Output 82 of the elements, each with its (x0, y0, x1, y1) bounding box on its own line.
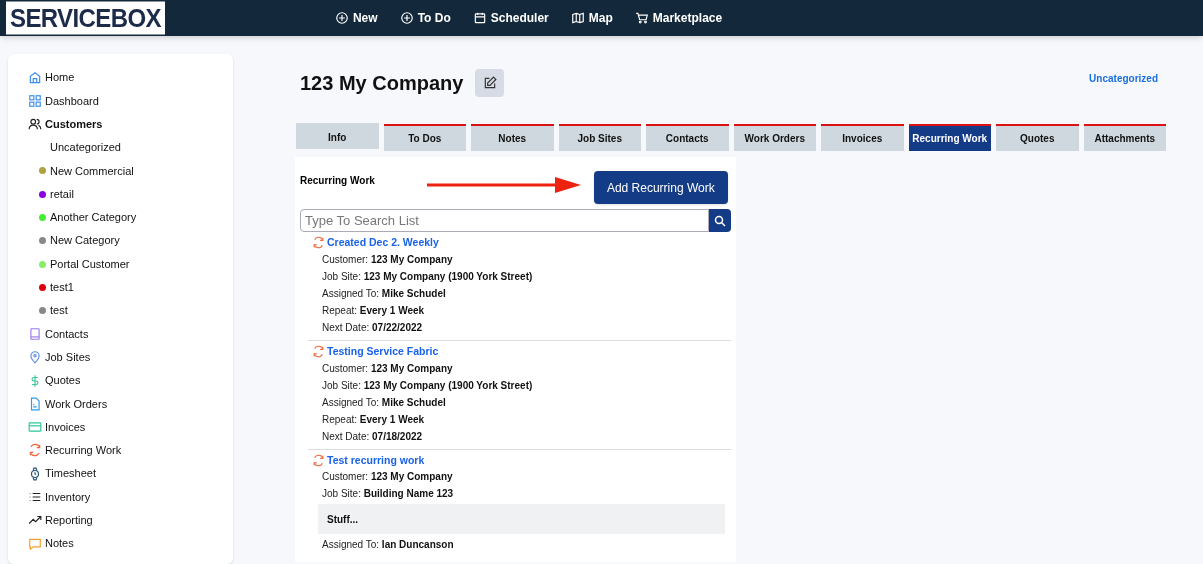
tab[interactable]: Contacts (646, 124, 729, 151)
map-icon (570, 11, 585, 25)
home-icon (28, 70, 42, 85)
detail-text: Next Date: 07/18/2022 (321, 429, 424, 444)
document-icon (28, 396, 42, 411)
detail-text: Repeat: Every 1 Week (321, 303, 426, 318)
nav-link[interactable]: To Do (399, 9, 451, 27)
nav-link[interactable]: Map (570, 9, 613, 27)
book-icon (28, 326, 42, 341)
detail-text: Job Site: 123 My Company (1900 York Street) (321, 269, 534, 284)
grid-icon (28, 93, 42, 108)
sidebar-item[interactable]: Home (28, 66, 233, 90)
search-icon (714, 214, 726, 227)
detail-text: Assigned To: Ian Duncanson (321, 538, 455, 553)
nav-link[interactable]: Marketplace (634, 9, 723, 27)
section-title: Recurring Work (300, 174, 375, 188)
cart-icon (634, 11, 649, 25)
sidebar-item[interactable]: Quotes (28, 368, 233, 393)
detail-text: Customer: 123 My Company (321, 252, 454, 267)
tab[interactable]: Recurring Work (908, 124, 991, 151)
item-title-link[interactable]: Test recurring work (327, 452, 425, 469)
refresh-icon (312, 453, 325, 467)
location-pin-icon (28, 350, 42, 365)
add-recurring-work-button[interactable]: Add Recurring Work (593, 171, 728, 204)
sidebar-item[interactable]: Contacts (28, 322, 233, 346)
logo[interactable]: SERVICEBOX (6, 1, 165, 35)
sidebar-item[interactable]: Reporting (28, 508, 233, 532)
detail-text: Repeat: Every 1 Week (321, 412, 426, 427)
sidebar-item[interactable]: Notes (28, 531, 233, 556)
detail-text: Assigned To: Mike Schudel (321, 395, 447, 410)
nav-link[interactable]: New (334, 9, 378, 27)
detail-text: Next Date: 07/22/2022 (321, 320, 424, 335)
edit-icon (482, 76, 497, 90)
category-link[interactable]: Uncategorized (1089, 71, 1158, 86)
detail-text: Job Site: Building Name 123 (321, 487, 455, 502)
refresh-icon (312, 345, 325, 359)
tab[interactable]: Job Sites (558, 124, 641, 151)
page-title: 123 My Company (300, 71, 464, 96)
sidebar-item[interactable]: Work Orders (28, 392, 233, 416)
sidebar-subitem[interactable]: Uncategorized (50, 139, 121, 156)
watch-icon (28, 466, 42, 481)
search-button[interactable] (709, 209, 731, 232)
sidebar-subitem[interactable]: test1 (50, 279, 74, 296)
sidebar-subitem[interactable]: retail (50, 185, 74, 203)
refresh-icon (312, 236, 325, 250)
detail-text: Customer: 123 My Company (321, 361, 454, 376)
sidebar-item[interactable]: Customers (28, 112, 233, 136)
sidebar-subitem[interactable]: New Category (50, 232, 120, 249)
detail-text: Assigned To: Mike Schudel (321, 286, 447, 301)
tab[interactable]: To Dos (383, 124, 466, 151)
refresh-icon (28, 443, 42, 458)
sidebar-subitem[interactable]: test (50, 302, 68, 319)
sidebar-subitem[interactable]: Portal Customer (50, 255, 130, 273)
note-text: Stuff... (327, 512, 359, 527)
sidebar-subitem[interactable]: New Commercial (50, 162, 134, 180)
tab[interactable]: Info (296, 123, 379, 149)
sidebar-subitem[interactable]: Another Category (50, 209, 137, 226)
sidebar-item[interactable]: Job Sites (28, 345, 233, 369)
detail-text: Customer: 123 My Company (321, 470, 454, 485)
tab[interactable]: Quotes (996, 124, 1079, 151)
item-title-link[interactable]: Testing Service Fabric (327, 343, 439, 360)
item-title-link[interactable]: Created Dec 2. Weekly (327, 235, 439, 251)
sidebar-item[interactable]: Invoices (28, 415, 233, 439)
arrow-icon (426, 177, 581, 193)
tab[interactable]: Notes (471, 124, 554, 151)
sidebar-item[interactable]: Inventory (28, 485, 233, 509)
chat-icon (28, 536, 42, 551)
tab[interactable]: Invoices (821, 124, 904, 151)
card-icon (28, 420, 42, 435)
detail-text: Job Site: 123 My Company (1900 York Street) (321, 378, 534, 393)
plus-circle-icon (399, 11, 414, 25)
search-field[interactable]: Type To Search List (300, 209, 709, 232)
nav-link[interactable]: Scheduler (472, 9, 549, 27)
tab[interactable]: Attachments (1083, 124, 1166, 151)
sidebar-item[interactable]: Timesheet (28, 462, 233, 486)
calendar-icon (472, 11, 487, 25)
users-icon (28, 117, 42, 132)
sidebar-item[interactable]: Recurring Work (28, 438, 233, 463)
edit-button[interactable] (475, 69, 505, 97)
plus-circle-icon (334, 11, 349, 25)
sidebar-item[interactable]: Dashboard (28, 89, 233, 113)
tab[interactable]: Work Orders (733, 124, 816, 151)
